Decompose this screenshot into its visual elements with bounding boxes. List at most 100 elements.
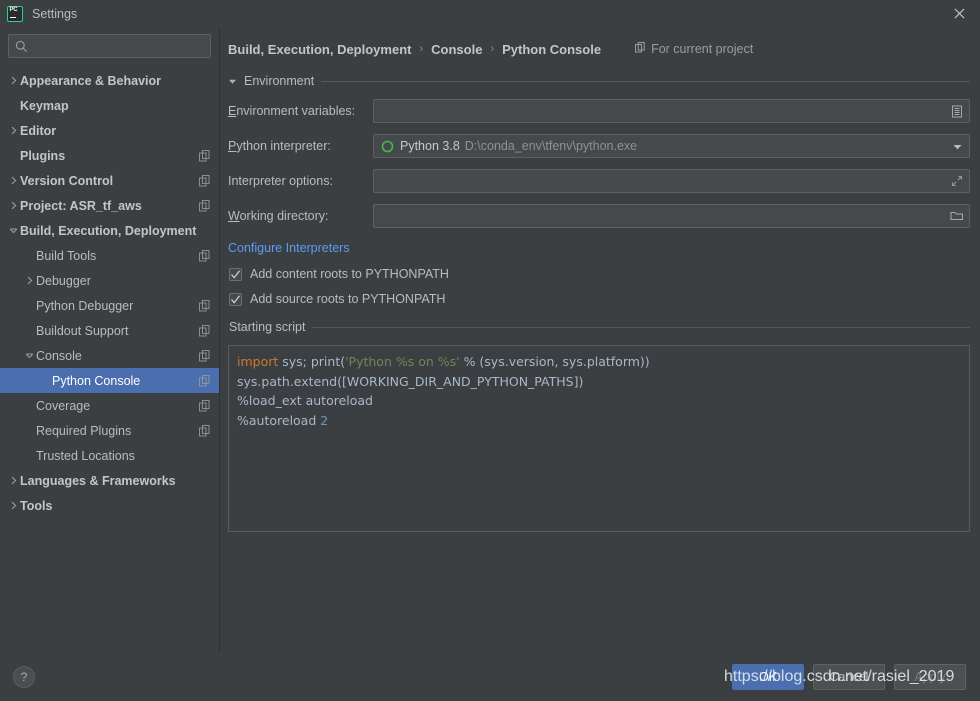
pycharm-logo-text: PC <box>9 6 18 13</box>
breadcrumb: Build, Execution, Deployment › Console ›… <box>220 27 970 71</box>
window-title: Settings <box>32 6 78 21</box>
env-vars-row: Environment variables: <box>220 99 970 123</box>
checkbox-row-1[interactable]: Add source roots to PYTHONPATH <box>220 292 970 306</box>
settings-dialog: PC Settings Appearance & Behavior Keymap… <box>0 0 980 701</box>
chevron-right-icon[interactable] <box>6 501 20 510</box>
sidebar-item-label: Debugger <box>36 273 91 288</box>
sidebar-item-label: Editor <box>20 123 57 138</box>
chevron-right-icon[interactable] <box>6 176 20 185</box>
breadcrumb-item-0[interactable]: Build, Execution, Deployment <box>228 42 411 57</box>
starting-script-title: Starting script <box>229 320 306 334</box>
sidebar-item-required-plugins[interactable]: Required Plugins <box>0 418 219 443</box>
search-container <box>0 27 219 62</box>
checkbox[interactable] <box>229 292 242 306</box>
sidebar-item-label: Keymap <box>20 98 69 113</box>
sidebar-item-appearance-behavior[interactable]: Appearance & Behavior <box>0 68 219 93</box>
sidebar-item-version-control[interactable]: Version Control <box>0 168 219 193</box>
sidebar-item-console[interactable]: Console <box>0 343 219 368</box>
sidebar-item-label: Languages & Frameworks <box>20 473 176 488</box>
search-box[interactable] <box>8 34 211 58</box>
working-directory-row: Working directory: <box>220 204 970 228</box>
copy-icon <box>199 349 211 362</box>
sidebar-item-label: Appearance & Behavior <box>20 73 162 88</box>
sidebar-item-label: Trusted Locations <box>36 448 135 463</box>
copy-icon <box>199 149 211 162</box>
python-interpreter-label: Python interpreter: <box>228 139 373 153</box>
title-bar: PC Settings <box>0 0 980 27</box>
checkbox[interactable] <box>229 267 242 281</box>
for-current-project-label: For current project <box>635 42 753 56</box>
list-editor-icon[interactable] <box>947 100 967 122</box>
chevron-right-icon[interactable] <box>22 276 36 285</box>
ok-button[interactable]: OK <box>732 664 804 690</box>
sidebar-item-build-execution-deployment[interactable]: Build, Execution, Deployment <box>0 218 219 243</box>
copy-icon <box>199 199 211 212</box>
sidebar-item-python-console[interactable]: Python Console <box>0 368 219 393</box>
environment-section-header[interactable]: Environment <box>220 71 970 91</box>
chevron-right-icon[interactable] <box>6 126 20 135</box>
interpreter-options-row: Interpreter options: <box>220 169 970 193</box>
breadcrumb-item-1[interactable]: Console <box>431 42 482 57</box>
copy-icon <box>199 299 211 312</box>
sidebar-item-plugins[interactable]: Plugins <box>0 143 219 168</box>
settings-main-panel: Build, Execution, Deployment › Console ›… <box>220 27 980 653</box>
chevron-right-icon[interactable] <box>6 76 20 85</box>
section-divider <box>312 326 970 328</box>
starting-script-editor[interactable]: import sys; print('Python %s on %s' % (s… <box>228 345 970 532</box>
code-token: sys.path.extend([WORKING_DIR_AND_PYTHON_… <box>237 373 584 389</box>
expand-icon[interactable] <box>947 170 967 192</box>
sidebar-item-label: Buildout Support <box>36 323 129 338</box>
folder-icon[interactable] <box>947 205 967 227</box>
search-icon <box>15 40 28 53</box>
sidebar-item-languages-frameworks[interactable]: Languages & Frameworks <box>0 468 219 493</box>
sidebar-item-build-tools[interactable]: Build Tools <box>0 243 219 268</box>
chevron-down-icon[interactable] <box>22 351 36 360</box>
copy-icon <box>199 399 211 412</box>
sidebar-item-label: Python Debugger <box>36 298 134 313</box>
env-vars-field[interactable] <box>373 99 970 123</box>
chevron-right-icon[interactable] <box>6 476 20 485</box>
python-status-icon <box>381 140 394 153</box>
code-token: % (sys.version, sys.platform)) <box>459 354 650 369</box>
sidebar-item-keymap[interactable]: Keymap <box>0 93 219 118</box>
apply-button[interactable]: Apply <box>894 664 966 690</box>
sidebar-item-label: Plugins <box>20 148 66 163</box>
working-directory-label-rest: orking directory: <box>239 209 329 223</box>
checkbox-row-0[interactable]: Add content roots to PYTHONPATH <box>220 267 970 281</box>
sidebar-item-trusted-locations[interactable]: Trusted Locations <box>0 443 219 468</box>
pycharm-logo-icon: PC <box>7 5 23 22</box>
sidebar-item-project-asr-tf-aws[interactable]: Project: ASR_tf_aws <box>0 193 219 218</box>
code-line: %autoreload 2 <box>237 411 961 431</box>
pythonpath-checkbox-group: Add content roots to PYTHONPATH Add sourc… <box>220 267 970 306</box>
chevron-down-icon[interactable] <box>947 135 967 157</box>
search-input[interactable] <box>33 39 204 53</box>
settings-sidebar: Appearance & Behavior Keymap Editor Plugins… <box>0 27 220 653</box>
cancel-button[interactable]: Cancel <box>813 664 885 690</box>
working-directory-label: Working directory: <box>228 209 373 223</box>
sidebar-item-buildout-support[interactable]: Buildout Support <box>0 318 219 343</box>
copy-icon <box>199 374 211 387</box>
code-line: import sys; print('Python %s on %s' % (s… <box>237 352 961 372</box>
configure-interpreters-link[interactable]: Configure Interpreters <box>228 241 350 255</box>
sidebar-item-label: Required Plugins <box>36 423 132 438</box>
interpreter-options-label-rest: Interpreter options: <box>228 174 333 188</box>
working-directory-field[interactable] <box>373 204 970 228</box>
close-icon[interactable] <box>946 3 972 25</box>
chevron-right-icon[interactable] <box>6 201 20 210</box>
copy-icon <box>635 42 646 56</box>
chevron-down-icon[interactable] <box>228 77 237 86</box>
help-button[interactable]: ? <box>13 666 35 688</box>
sidebar-item-coverage[interactable]: Coverage <box>0 393 219 418</box>
sidebar-item-debugger[interactable]: Debugger <box>0 268 219 293</box>
sidebar-item-label: Python Console <box>52 373 141 388</box>
sidebar-item-tools[interactable]: Tools <box>0 493 219 518</box>
sidebar-item-editor[interactable]: Editor <box>0 118 219 143</box>
python-interpreter-combobox[interactable]: Python 3.8 D:\conda_env\tfenv\python.exe <box>373 134 970 158</box>
interpreter-options-field[interactable] <box>373 169 970 193</box>
copy-icon <box>199 174 211 187</box>
configure-interpreters-row: Configure Interpreters <box>220 239 970 257</box>
chevron-down-icon[interactable] <box>6 226 20 235</box>
sidebar-item-python-debugger[interactable]: Python Debugger <box>0 293 219 318</box>
code-token: 2 <box>320 412 329 428</box>
interpreter-options-label: Interpreter options: <box>228 174 373 188</box>
